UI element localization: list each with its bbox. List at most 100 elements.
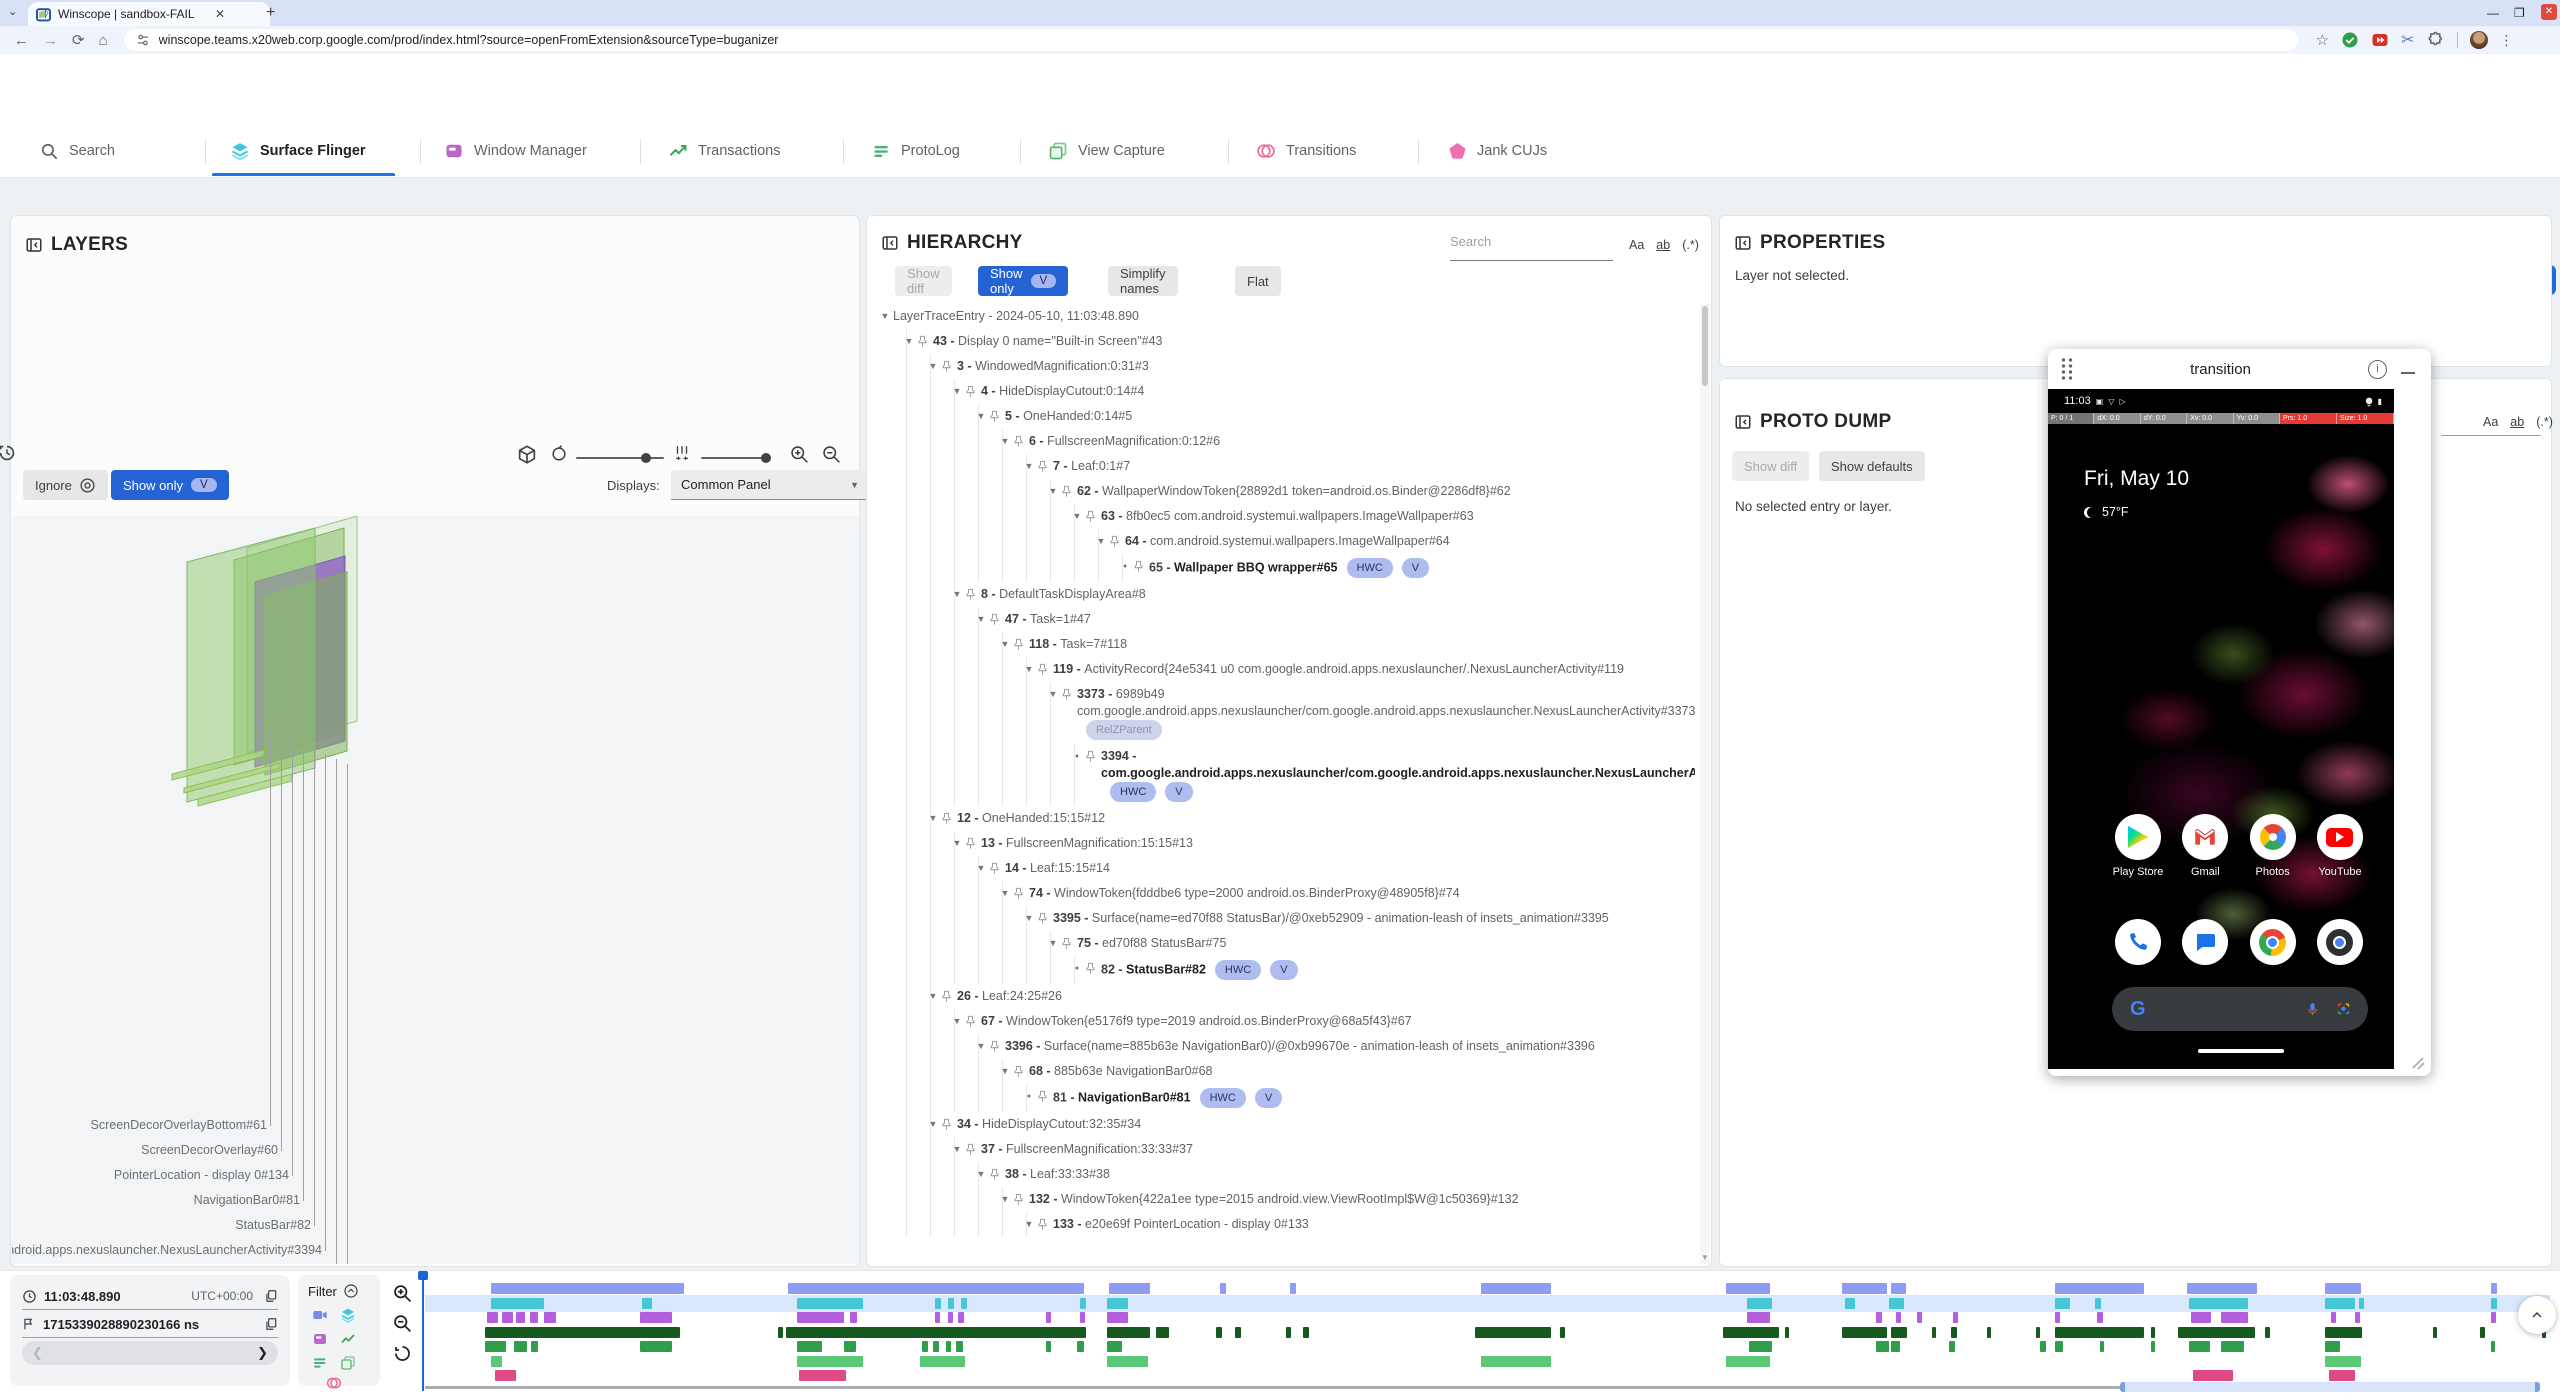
expand-toggle-icon[interactable]: ▼ [973,1166,989,1183]
trace-segment[interactable] [1109,1283,1149,1294]
match-case-button[interactable]: Aa [2483,415,2498,429]
trace-segment[interactable] [797,1341,823,1352]
trace-segment[interactable] [1286,1327,1291,1338]
trace-segment[interactable] [2191,1312,2211,1323]
extension-scissors-icon[interactable]: ✂ [2401,30,2414,50]
trace-segment[interactable] [1891,1327,1907,1338]
copy-icon[interactable] [264,1317,278,1331]
window-manager-trace-icon[interactable] [312,1331,328,1347]
extension-check-icon[interactable] [2341,31,2359,49]
trace-segment[interactable] [2325,1356,2361,1367]
timestamp-time[interactable]: 11:03:48.890 [44,1289,184,1304]
trace-segment[interactable] [1303,1327,1309,1338]
expand-toggle-icon[interactable]: ▼ [949,383,965,400]
trace-segment[interactable] [1876,1312,1881,1323]
trace-segment[interactable] [1987,1327,1991,1338]
trace-segment[interactable] [1156,1327,1169,1338]
expand-collapse-fab[interactable] [2518,1296,2556,1334]
trace-segment[interactable] [1220,1283,1226,1294]
tree-row[interactable]: ▼26 - Leaf:24:25#26 [867,984,1695,1009]
tree-row[interactable]: ▼75 - ed70f88 StatusBar#75 [867,931,1695,956]
trace-segment[interactable] [1896,1312,1901,1323]
trace-segment[interactable] [2491,1283,2497,1294]
pin-icon[interactable] [989,408,1005,423]
trace-segment[interactable] [642,1298,653,1309]
hierarchy-scrollbar[interactable]: ▼ [1700,304,1710,1264]
trace-segment[interactable] [2055,1283,2144,1294]
expand-toggle-icon[interactable]: ▼ [997,433,1013,450]
human-time-row[interactable]: 11:03:48.890 UTC+00:00 [22,1283,278,1310]
expand-toggle-icon[interactable]: ▼ [997,1063,1013,1080]
tab-surface-flinger[interactable]: Surface Flinger [230,126,366,176]
tree-row[interactable]: ▼38 - Leaf:33:33#38 [867,1162,1695,1187]
expand-toggle-icon[interactable]: ▼ [925,358,941,375]
expand-toggle-icon[interactable]: ▼ [877,308,893,325]
trace-segment[interactable] [1891,1283,1906,1294]
layers-3d-canvas[interactable]: ScreenDecorOverlayBottom#61ScreenDecorOv… [12,516,858,1264]
pin-icon[interactable] [1013,433,1029,448]
trace-segment[interactable] [2151,1327,2155,1338]
timestamp-ns[interactable]: 1715339028890230166 ns [43,1317,257,1332]
expand-toggle-icon[interactable]: ▼ [1045,483,1061,500]
layers-show-only-button[interactable]: Show only V [111,470,229,500]
match-word-button[interactable]: ab [2510,415,2524,429]
window-maximize-button[interactable]: ❐ [2514,6,2525,20]
tab-close-icon[interactable]: ✕ [215,7,225,21]
pin-icon[interactable] [989,1166,1005,1181]
timeline-zoom-in-icon[interactable] [392,1283,413,1304]
pin-icon[interactable] [1085,508,1101,523]
trace-segment[interactable] [1876,1341,1889,1352]
pin-icon[interactable] [1037,661,1053,676]
trace-segment[interactable] [1953,1312,1958,1323]
expand-toggle-icon[interactable]: ▼ [1021,458,1037,475]
trace-segment[interactable] [958,1312,963,1323]
trace-segment[interactable] [2055,1341,2064,1352]
tree-row[interactable]: ▼132 - WindowToken{422a1ee type=2015 and… [867,1187,1695,1212]
pin-icon[interactable] [1037,458,1053,473]
back-icon[interactable]: ← [14,32,29,49]
regex-button[interactable]: (.*) [2536,415,2553,429]
tab-jank-cujs[interactable]: Jank CUJs [1448,126,1547,176]
timeline-row-screen-recording[interactable] [425,1283,2550,1294]
timeline-viewport-selection[interactable] [2120,1382,2540,1392]
trace-segment[interactable] [1481,1283,1551,1294]
spacing-slider-handle[interactable] [761,453,771,463]
trace-segment[interactable] [491,1356,502,1367]
new-tab-button[interactable]: + [266,4,275,22]
tree-row[interactable]: ▼37 - FullscreenMagnification:33:33#37 [867,1137,1695,1162]
tree-row[interactable]: ▼6 - FullscreenMagnification:0:12#6 [867,429,1695,454]
match-word-button[interactable]: ab [1656,238,1670,252]
trace-segment[interactable] [1107,1327,1150,1338]
hierarchy-search-input[interactable]: Search [1450,234,1613,261]
pin-icon[interactable] [1109,533,1125,548]
timeline-row-protolog[interactable] [425,1341,2550,1352]
tree-row[interactable]: ▼5 - OneHanded:0:14#5 [867,404,1695,429]
trace-segment[interactable] [922,1341,927,1352]
site-settings-icon[interactable] [136,33,150,47]
hierarchy-show-only-button[interactable]: Show only V [978,266,1068,296]
proto-search-input[interactable] [2441,435,2541,436]
rotation-icon[interactable] [549,444,569,464]
trace-segment[interactable] [2355,1312,2360,1323]
collapse-panel-icon[interactable] [1734,234,1752,252]
timeline-row-surface-flinger[interactable] [425,1298,2550,1309]
trace-segment[interactable] [2491,1312,2496,1323]
tree-row[interactable]: ▼34 - HideDisplayCutout:32:35#34 [867,1112,1695,1137]
flat-button[interactable]: Flat [1235,266,1281,296]
tree-row[interactable]: ▼3 - WindowedMagnification:0:31#3 [867,354,1695,379]
trace-segment[interactable] [948,1312,953,1323]
trace-segment[interactable] [1747,1298,1773,1309]
trace-segment[interactable] [799,1370,846,1381]
spacing-slider[interactable] [701,457,769,459]
trace-segment[interactable] [1889,1298,1904,1309]
profile-avatar[interactable] [2470,31,2488,49]
trace-segment[interactable] [933,1341,939,1352]
tree-row[interactable]: ▼62 - WallpaperWindowToken{28892d1 token… [867,479,1695,504]
pin-icon[interactable] [1013,636,1029,651]
expand-toggle-icon[interactable]: ▼ [1021,661,1037,678]
trace-segment[interactable] [1932,1327,1936,1338]
layer-label[interactable]: PointerLocation - display 0#134 [12,1168,289,1182]
trace-segment[interactable] [797,1356,863,1367]
match-case-button[interactable]: Aa [1629,238,1644,252]
tree-row[interactable]: ▼12 - OneHanded:15:15#12 [867,806,1695,831]
